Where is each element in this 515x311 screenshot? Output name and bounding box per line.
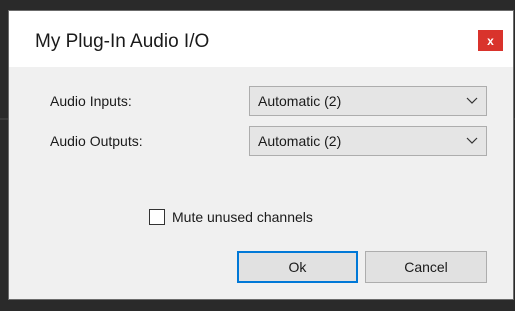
audio-io-dialog: My Plug-In Audio I/O x Audio Inputs: Aut… (8, 10, 514, 300)
dialog-titlebar[interactable]: My Plug-In Audio I/O x (9, 11, 513, 67)
audio-inputs-label: Audio Inputs: (50, 93, 132, 109)
audio-inputs-select[interactable]: Automatic (2) (249, 86, 487, 116)
dialog-title: My Plug-In Audio I/O (35, 31, 210, 52)
audio-inputs-value: Automatic (2) (258, 93, 342, 109)
mute-unused-label[interactable]: Mute unused channels (172, 209, 313, 225)
audio-outputs-label: Audio Outputs: (50, 133, 143, 149)
close-icon: x (487, 33, 494, 48)
cancel-button[interactable]: Cancel (365, 251, 487, 283)
mute-unused-checkbox[interactable] (149, 209, 165, 225)
close-button[interactable]: x (478, 30, 503, 51)
chevron-down-icon (466, 137, 478, 144)
ok-button[interactable]: Ok (237, 251, 358, 283)
audio-outputs-value: Automatic (2) (258, 133, 342, 149)
mute-unused-row[interactable]: Mute unused channels (149, 207, 313, 227)
chevron-down-icon (466, 97, 478, 104)
audio-outputs-select[interactable]: Automatic (2) (249, 126, 487, 156)
